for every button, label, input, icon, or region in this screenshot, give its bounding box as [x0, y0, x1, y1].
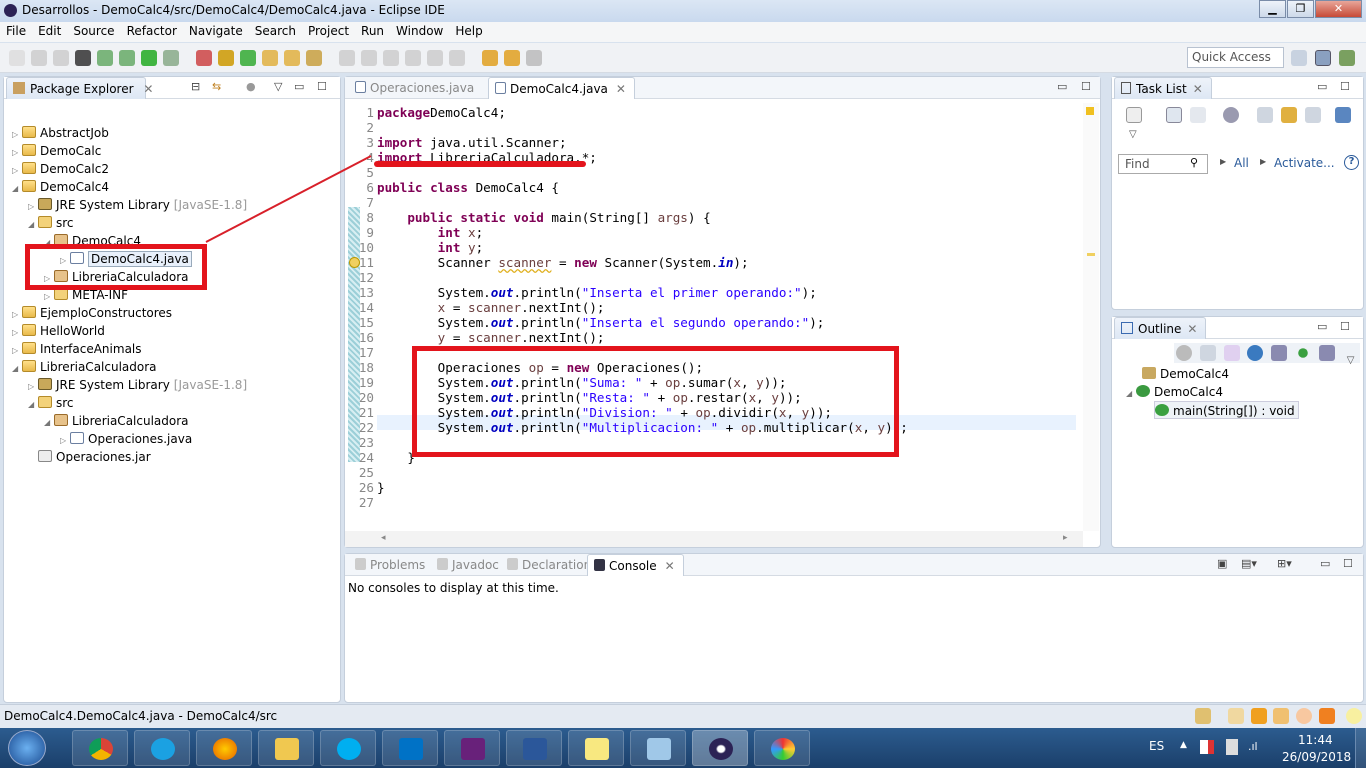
taskbar-firefox[interactable]: [196, 730, 252, 766]
chrome-icon: [89, 738, 113, 760]
taskbar-notepad[interactable]: [630, 730, 686, 766]
taskbar-visual-studio[interactable]: [444, 730, 500, 766]
taskbar-internet-explorer[interactable]: [134, 730, 190, 766]
internet-explorer-icon: [151, 738, 175, 760]
start-button[interactable]: [8, 730, 46, 766]
language-indicator[interactable]: ES: [1149, 739, 1164, 753]
taskbar-skype[interactable]: [320, 730, 376, 766]
taskbar-eclipse[interactable]: [692, 730, 748, 766]
taskbar-word[interactable]: [506, 730, 562, 766]
status-text: DemoCalc4.DemoCalc4.java - DemoCalc4/src: [4, 709, 278, 723]
taskbar-outlook[interactable]: [382, 730, 438, 766]
power-icon[interactable]: [1226, 739, 1238, 755]
taskbar: ES ▲ .ıl 11:44 26/09/2018: [0, 728, 1366, 768]
taskbar-sticky-notes[interactable]: [568, 730, 624, 766]
eclipse-icon: [709, 738, 733, 760]
action-center-icon[interactable]: [1200, 740, 1214, 754]
taskbar-file-explorer[interactable]: [258, 730, 314, 766]
overview-icon[interactable]: [1228, 708, 1244, 724]
annotation-arrow: [205, 155, 372, 243]
rss-icon[interactable]: [1319, 708, 1335, 724]
show-hidden-icons[interactable]: ▲: [1180, 740, 1187, 750]
status-bar: DemoCalc4.DemoCalc4.java - DemoCalc4/src: [0, 704, 1366, 728]
outlook-icon: [399, 738, 423, 760]
samples-icon[interactable]: [1273, 708, 1289, 724]
taskbar-chrome[interactable]: [72, 730, 128, 766]
notepad-icon: [647, 738, 671, 760]
tip-icon[interactable]: [1195, 708, 1211, 724]
show-desktop-button[interactable]: [1355, 728, 1366, 768]
tutorials-icon[interactable]: [1251, 708, 1267, 724]
clock-time[interactable]: 11:44: [1298, 733, 1333, 747]
whats-new-icon[interactable]: [1296, 708, 1312, 724]
visual-studio-icon: [461, 738, 485, 760]
clock-date[interactable]: 26/09/2018: [1282, 750, 1351, 764]
sticky-notes-icon: [585, 738, 609, 760]
lightbulb-icon[interactable]: [1346, 708, 1362, 724]
firefox-icon: [213, 738, 237, 760]
paint-icon: [771, 738, 795, 760]
network-icon[interactable]: .ıl: [1248, 740, 1258, 753]
skype-icon: [337, 738, 361, 760]
file-explorer-icon: [275, 738, 299, 760]
taskbar-paint[interactable]: [754, 730, 810, 766]
word-icon: [523, 738, 547, 760]
